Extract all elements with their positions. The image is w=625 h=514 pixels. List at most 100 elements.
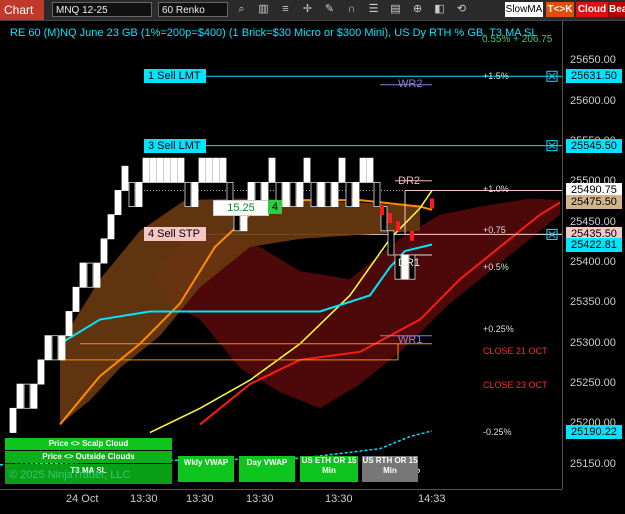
renko-brick — [163, 157, 171, 183]
renko-brick — [387, 230, 395, 256]
renko-brick — [317, 181, 325, 207]
pivot-label: WR2 — [398, 77, 423, 90]
pencil-icon[interactable]: ✎ — [322, 2, 337, 17]
renko-brick — [79, 262, 87, 288]
percent-level-label: -0.25% — [483, 426, 512, 437]
pivot-label: WR1 — [398, 333, 423, 346]
template-icon[interactable]: ▤ — [388, 2, 403, 17]
sync-icon[interactable]: ⟲ — [454, 2, 469, 17]
navigation-icon[interactable]: ◧ — [432, 2, 447, 17]
renko-brick — [296, 181, 304, 207]
time-tick: 13:30 — [186, 493, 214, 505]
time-tick: 14:33 — [418, 493, 446, 505]
price-tick: 25400.00 — [570, 256, 616, 269]
renko-brick — [51, 335, 59, 361]
percent-level-label: +1.0% — [483, 184, 509, 195]
time-tick: 24 Oct — [66, 493, 99, 505]
renko-brick — [345, 181, 353, 207]
price-tick: 25450.00 — [570, 215, 616, 228]
order-label[interactable]: 1 Sell LMT — [144, 69, 206, 84]
bear-button[interactable]: Bear — [609, 2, 625, 17]
renko-brick — [23, 383, 31, 409]
renko-brick — [191, 181, 199, 207]
renko-brick — [135, 181, 143, 207]
price-tag[interactable]: 25422.81 — [566, 237, 622, 252]
percent-level-label: +1.5% — [483, 70, 509, 81]
renko-brick — [373, 181, 381, 207]
instrument-selector[interactable]: MNQ 12-25 — [52, 2, 152, 17]
position-avg-price[interactable]: 15.25 — [213, 200, 269, 216]
day-vwap-button[interactable]: Day VWAP — [239, 456, 295, 482]
renko-brick — [44, 335, 52, 361]
renko-brick — [107, 214, 115, 240]
percent-level-label: CLOSE 21 OCT — [483, 345, 548, 356]
time-tick: 13:30 — [246, 493, 274, 505]
cloud-button[interactable]: Cloud — [576, 2, 608, 17]
price-tag[interactable]: 25545.50 — [566, 138, 622, 153]
us-rth-or-button[interactable]: US RTH OR 15 Min — [362, 456, 418, 482]
order-label[interactable]: 4 Sell STP — [144, 227, 206, 242]
renko-brick — [359, 157, 367, 183]
renko-brick — [212, 157, 220, 183]
renko-brick — [65, 311, 73, 337]
renko-brick — [289, 181, 297, 207]
renko-brick — [58, 335, 66, 361]
chart-tab[interactable]: Chart — [0, 0, 44, 20]
order-label[interactable]: 3 Sell LMT — [144, 138, 206, 153]
list-icon[interactable]: ≡ — [278, 2, 293, 17]
price-tick: 25300.00 — [570, 336, 616, 349]
scalp-cloud-button[interactable]: Price <> Scalp Cloud — [5, 438, 172, 450]
renko-brick-red — [430, 198, 434, 209]
percent-level-label: +0.5% — [483, 261, 509, 272]
magnet-icon[interactable]: ∩ — [344, 2, 359, 17]
slowma-button[interactable]: SlowMA — [505, 2, 543, 17]
renko-brick — [16, 383, 24, 409]
renko-brick — [156, 157, 164, 183]
period-selector[interactable]: 60 Renko — [158, 2, 228, 17]
renko-brick-red — [410, 230, 414, 241]
price-tag[interactable]: 25631.50 — [566, 69, 622, 84]
renko-brick — [205, 157, 213, 183]
price-tag[interactable]: 25475.50 — [566, 195, 622, 210]
renko-brick — [100, 238, 108, 264]
renko-brick — [72, 286, 80, 312]
outside-clouds-button[interactable]: Price <> Outside Clouds — [5, 451, 172, 463]
chart-canvas — [0, 70, 562, 466]
chart-plot-area[interactable] — [0, 21, 562, 489]
percent-level-label: +0.25% — [483, 324, 514, 335]
renko-brick — [114, 190, 122, 216]
renko-brick-red — [396, 221, 400, 232]
search-icon[interactable]: ⌕ — [234, 2, 249, 17]
time-tick: 13:30 — [130, 493, 158, 505]
percent-level-label: CLOSE 23 OCT — [483, 379, 548, 390]
price-tick: 25250.00 — [570, 377, 616, 390]
bar-chart-icon[interactable]: ▥ — [256, 2, 271, 17]
renko-brick — [142, 157, 150, 183]
renko-brick — [170, 157, 178, 183]
renko-brick — [331, 181, 339, 207]
renko-brick — [282, 181, 290, 207]
copyright-text: © 2025 NinjaTrader, LLC — [9, 469, 131, 481]
renko-brick-red — [380, 204, 384, 215]
zoom-icon[interactable]: ⊕ — [410, 2, 425, 17]
pct-readout: 0.55% + 206.75 — [482, 34, 553, 45]
toolbar: Chart MNQ 12-25 60 Renko ⌕ ▥ ≡ ✛ ✎ ∩ ☰ ▤ ⊕ ◧ ⟲ Slo… — [0, 0, 625, 21]
crosshair-icon[interactable]: ✛ — [300, 2, 315, 17]
pivot-label: DR1 — [398, 257, 421, 270]
renko-brick — [128, 181, 136, 207]
wkly-vwap-button[interactable]: Wkly VWAP — [178, 456, 234, 482]
renko-brick — [310, 181, 318, 207]
renko-brick — [30, 383, 38, 409]
tk-toggle-button[interactable]: T<>K — [546, 2, 574, 17]
us-eth-or-button[interactable]: US ETH OR 15 Min — [300, 456, 358, 482]
position-quantity[interactable]: 4 — [268, 200, 282, 214]
renko-brick — [37, 359, 45, 385]
properties-icon[interactable]: ☰ — [366, 2, 381, 17]
price-tick: 25350.00 — [570, 296, 616, 309]
renko-brick — [219, 157, 227, 183]
price-tag[interactable]: 25190.22 — [566, 425, 622, 440]
price-tick: 25600.00 — [570, 94, 616, 107]
renko-brick — [303, 157, 311, 183]
renko-brick — [366, 157, 374, 183]
renko-brick — [149, 157, 157, 183]
